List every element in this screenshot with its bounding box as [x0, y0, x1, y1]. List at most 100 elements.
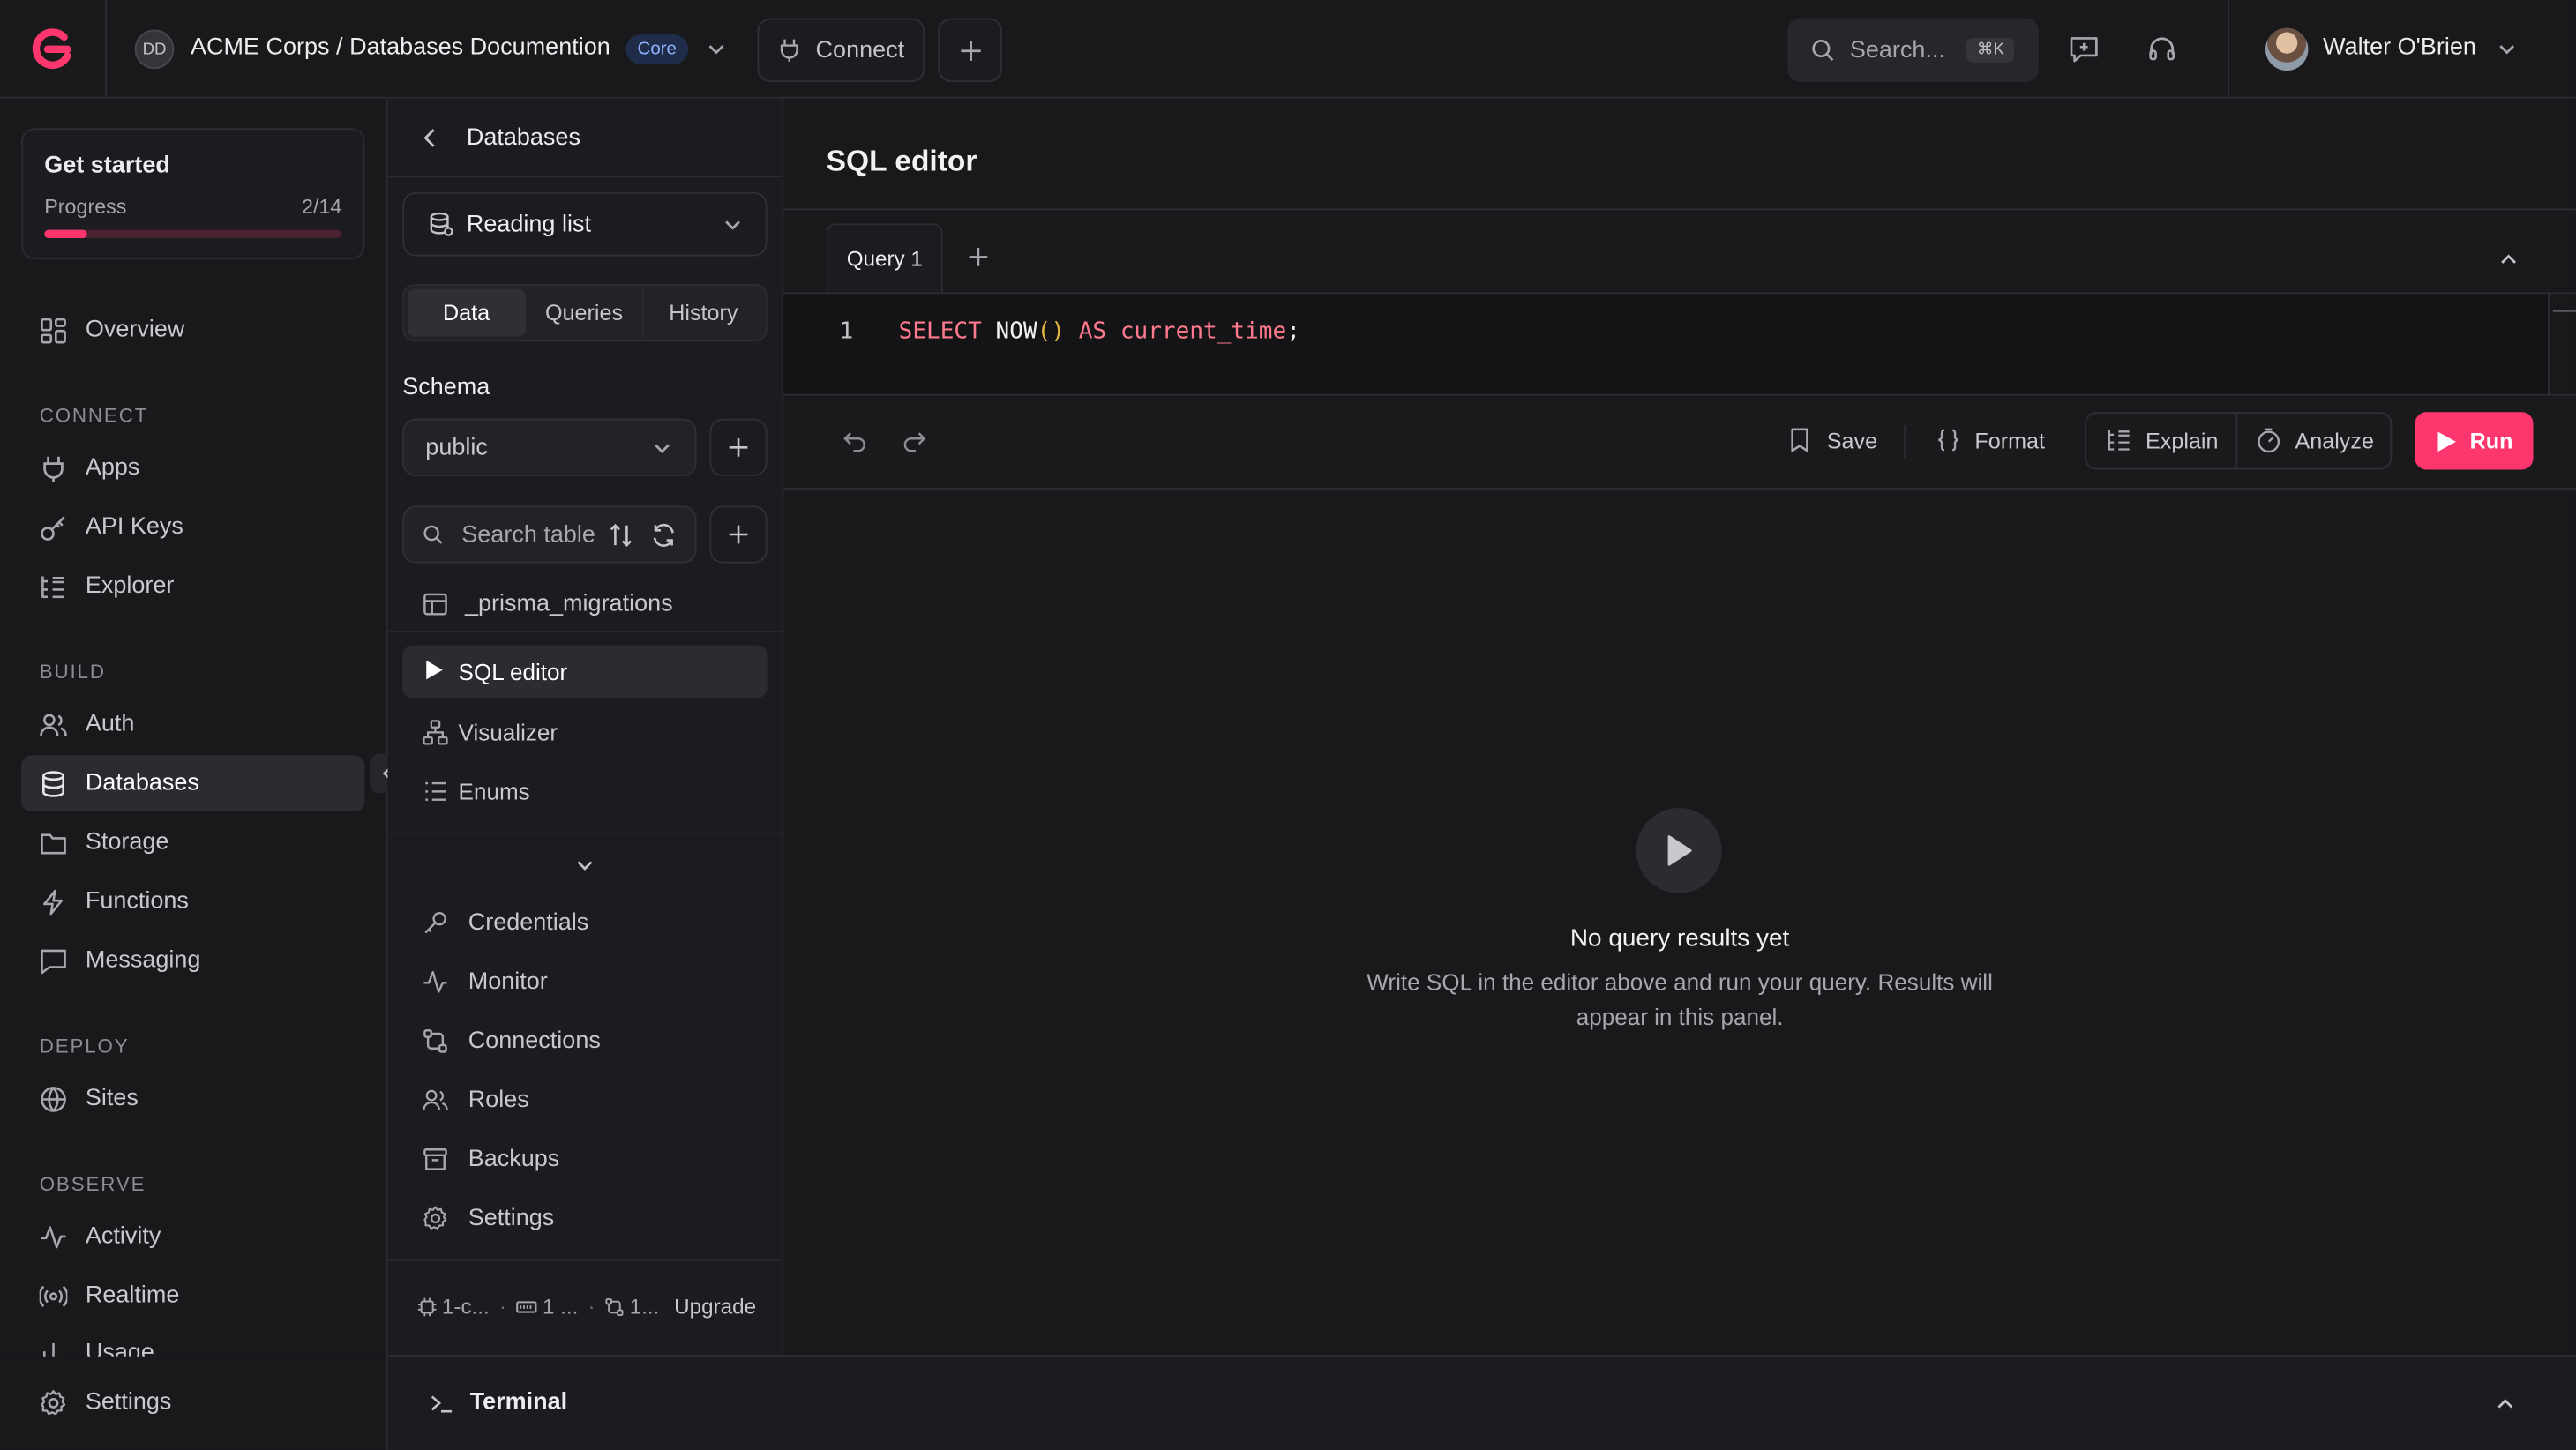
appwrite-logo-icon[interactable] — [28, 26, 74, 72]
nav-item-usage[interactable]: Usage — [21, 1327, 364, 1357]
database-cluster-icon — [425, 210, 453, 238]
nav-item-realtime[interactable]: Realtime — [21, 1267, 364, 1323]
nav-item-databases[interactable]: Databases — [21, 755, 365, 811]
separator-dot: · — [498, 1294, 507, 1319]
link-backups[interactable]: Backups — [423, 1133, 559, 1186]
link-connections[interactable]: Connections — [423, 1015, 601, 1068]
project-title[interactable]: ACME Corps / Databases Documention — [191, 34, 610, 61]
nav-item-auth[interactable]: Auth — [21, 696, 364, 751]
activity-icon — [40, 1222, 68, 1251]
save-button[interactable]: Save — [1787, 427, 1877, 453]
empty-state-icon — [1636, 808, 1722, 893]
memory-icon — [516, 1297, 537, 1316]
chevron-down-icon[interactable] — [2497, 40, 2517, 59]
user-avatar[interactable] — [2265, 27, 2309, 71]
plus-icon — [728, 524, 749, 545]
tab-data[interactable]: Data — [407, 288, 526, 337]
nav-item-activity[interactable]: Activity — [21, 1208, 364, 1264]
code-paren: () — [1037, 318, 1066, 345]
lightning-icon — [40, 887, 68, 916]
nav-item-overview[interactable]: Overview — [21, 303, 364, 358]
broadcast-icon — [39, 1282, 68, 1310]
link-credentials[interactable]: Credentials — [423, 897, 588, 950]
progress-track — [44, 229, 342, 238]
editor-toolbar: Save Format Explain Analyze Run — [783, 395, 2576, 488]
tab-history[interactable]: History — [645, 289, 762, 337]
table-item[interactable]: _prisma_migrations — [402, 578, 767, 631]
tool-label: Enums — [458, 778, 530, 805]
nav-label: Explorer — [85, 572, 175, 600]
editor-scrollbar[interactable] — [2548, 294, 2576, 394]
nav-label: Overview — [85, 317, 185, 344]
list-ordered-icon — [423, 778, 449, 804]
chevron-up-icon[interactable] — [2496, 1394, 2515, 1414]
tool-enums[interactable]: Enums — [402, 766, 767, 818]
feedback-icon[interactable] — [2069, 34, 2100, 64]
search-table-input[interactable]: Search table — [402, 505, 697, 564]
divider — [387, 832, 783, 834]
link-roles[interactable]: Roles — [423, 1074, 529, 1127]
chevron-up-icon[interactable] — [2498, 250, 2518, 269]
list-tree-icon — [2106, 427, 2132, 453]
divider — [105, 0, 108, 99]
activity-icon — [423, 968, 449, 995]
nav-item-api-keys[interactable]: API Keys — [21, 499, 364, 555]
nav-label: Activity — [85, 1223, 161, 1250]
redo-icon[interactable] — [902, 429, 926, 453]
get-started-card[interactable]: Get started Progress 2/14 — [21, 128, 365, 260]
nav-item-functions[interactable]: Functions — [21, 873, 364, 929]
user-name[interactable]: Walter O'Brien — [2323, 34, 2476, 61]
key-icon — [423, 909, 449, 936]
terminal-bar[interactable]: Terminal — [387, 1354, 2576, 1450]
link-monitor[interactable]: Monitor — [423, 956, 548, 1009]
save-label: Save — [1826, 427, 1878, 452]
tool-sql-editor[interactable]: SQL editor — [402, 645, 768, 699]
bar-chart-icon — [40, 1340, 68, 1357]
code-editor[interactable]: 1 SELECT NOW() AS current_time; — [783, 294, 2549, 394]
org-avatar[interactable]: DD — [134, 29, 175, 70]
add-query-tab-icon[interactable] — [968, 246, 989, 267]
cpu-value: 1-c... — [441, 1294, 490, 1319]
refresh-icon[interactable] — [651, 521, 678, 548]
run-button[interactable]: Run — [2415, 412, 2534, 470]
tool-visualizer[interactable]: Visualizer — [402, 706, 767, 759]
nav-item-storage[interactable]: Storage — [21, 814, 364, 870]
chevron-down-icon[interactable] — [707, 40, 726, 59]
headset-icon[interactable] — [2147, 34, 2177, 64]
tool-label: SQL editor — [458, 658, 568, 685]
nav-item-explorer[interactable]: Explorer — [21, 558, 364, 614]
link-settings[interactable]: Settings — [423, 1192, 554, 1245]
format-button[interactable]: Format — [1936, 427, 2045, 453]
database-select[interactable]: Reading list — [402, 191, 768, 257]
section-label-observe: OBSERVE — [39, 1172, 146, 1196]
sort-icon[interactable] — [609, 521, 635, 548]
archive-icon — [423, 1147, 449, 1173]
code-semicolon: ; — [1286, 318, 1300, 345]
back-arrow-icon[interactable] — [421, 126, 440, 149]
connect-button[interactable]: Connect — [757, 18, 925, 83]
separator-dot: · — [588, 1294, 595, 1319]
nav-item-sites[interactable]: Sites — [21, 1071, 364, 1126]
add-button[interactable] — [938, 18, 1002, 83]
explain-button[interactable]: Explain — [2106, 427, 2218, 453]
plug-icon — [40, 454, 68, 482]
nav-item-messaging[interactable]: Messaging — [21, 933, 364, 989]
divider — [783, 208, 2576, 211]
tab-queries[interactable]: Queries — [525, 288, 645, 337]
schema-select[interactable]: public — [402, 418, 697, 476]
search-button[interactable]: Search... ⌘K — [1787, 18, 2039, 83]
nav-item-apps[interactable]: Apps — [21, 440, 364, 496]
upgrade-link[interactable]: Upgrade — [674, 1294, 756, 1319]
nav-item-settings[interactable]: Settings — [21, 1374, 364, 1430]
code-identifier: current_time — [1120, 318, 1287, 345]
progress-label: Progress — [44, 195, 127, 219]
chevron-down-icon[interactable] — [575, 856, 595, 875]
tab-query-1[interactable]: Query 1 — [826, 223, 943, 293]
undo-icon[interactable] — [842, 429, 867, 453]
analyze-button[interactable]: Analyze — [2256, 427, 2374, 453]
terminal-label: Terminal — [469, 1389, 568, 1416]
users-icon — [423, 1088, 449, 1114]
nav-label: Apps — [85, 454, 140, 482]
add-schema-button[interactable] — [709, 418, 768, 476]
add-table-button[interactable] — [709, 505, 768, 564]
